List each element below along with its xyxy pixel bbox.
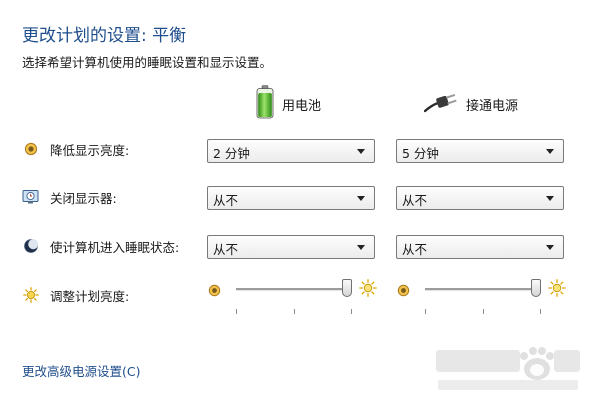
column-label-battery: 用电池 bbox=[282, 98, 322, 114]
setting-row-dim-display: 降低显示亮度: bbox=[22, 138, 129, 160]
slider-tick bbox=[425, 309, 426, 314]
column-label-plugged: 接通电源 bbox=[466, 98, 519, 114]
sun-dim-icon bbox=[397, 282, 410, 301]
sleep-battery-value: 从不 bbox=[213, 242, 239, 257]
turn-off-display-plugged-value: 从不 bbox=[402, 193, 428, 208]
brightness-battery-slider[interactable] bbox=[236, 279, 352, 314]
slider-thumb[interactable] bbox=[531, 279, 541, 297]
page-title: 更改计划的设置: 平衡 bbox=[22, 26, 187, 46]
setting-label-brightness: 调整计划亮度: bbox=[50, 288, 130, 304]
dim-display-plugged-value: 5 分钟 bbox=[402, 146, 439, 161]
brightness-plugged-slider-group bbox=[397, 278, 567, 314]
battery-icon bbox=[256, 85, 274, 123]
sleep-plugged-select[interactable]: 从不 bbox=[396, 235, 564, 259]
column-header-plugged: 接通电源 bbox=[423, 86, 519, 122]
slider-tick bbox=[540, 309, 541, 314]
sun-bright-icon bbox=[548, 279, 566, 301]
setting-row-turn-off-display: 关闭显示器: bbox=[22, 186, 117, 208]
setting-label-sleep: 使计算机进入睡眠状态: bbox=[50, 239, 180, 255]
sun-bright-icon bbox=[359, 279, 377, 301]
setting-label-turn-off-display: 关闭显示器: bbox=[50, 190, 117, 206]
turn-off-display-plugged-select[interactable]: 从不 bbox=[396, 186, 564, 210]
turn-off-display-battery-select[interactable]: 从不 bbox=[207, 186, 375, 210]
setting-label-dim-display: 降低显示亮度: bbox=[50, 142, 130, 158]
chevron-down-icon bbox=[357, 245, 365, 250]
power-plug-icon bbox=[423, 91, 458, 117]
chevron-down-icon bbox=[357, 149, 365, 154]
slider-tick bbox=[483, 309, 484, 314]
column-header-battery: 用电池 bbox=[256, 85, 322, 123]
brightness-plugged-slider[interactable] bbox=[425, 279, 541, 314]
brightness-battery-slider-group bbox=[208, 278, 378, 314]
slider-tick bbox=[236, 309, 237, 314]
dim-display-plugged-select[interactable]: 5 分钟 bbox=[396, 139, 564, 163]
dim-display-battery-select[interactable]: 2 分钟 bbox=[207, 139, 375, 163]
chevron-down-icon bbox=[546, 245, 554, 250]
turn-off-display-battery-value: 从不 bbox=[213, 193, 239, 208]
slider-tick bbox=[351, 309, 352, 314]
chevron-down-icon bbox=[546, 149, 554, 154]
chevron-down-icon bbox=[546, 196, 554, 201]
sleep-plugged-value: 从不 bbox=[402, 242, 428, 257]
advanced-power-settings-link[interactable]: 更改高级电源设置(C) bbox=[22, 361, 140, 380]
moon-sleep-icon bbox=[22, 237, 40, 255]
baidu-jingyan-watermark bbox=[432, 342, 582, 394]
monitor-clock-icon bbox=[22, 188, 40, 206]
dim-display-battery-value: 2 分钟 bbox=[213, 146, 250, 161]
setting-row-sleep: 使计算机进入睡眠状态: bbox=[22, 235, 179, 257]
slider-thumb[interactable] bbox=[342, 279, 352, 297]
sun-dim-icon bbox=[208, 282, 221, 301]
page-subtitle: 选择希望计算机使用的睡眠设置和显示设置。 bbox=[22, 55, 273, 70]
sun-dim-icon bbox=[22, 140, 40, 158]
setting-row-brightness: 调整计划亮度: bbox=[22, 284, 129, 306]
slider-tick bbox=[294, 309, 295, 314]
sleep-battery-select[interactable]: 从不 bbox=[207, 235, 375, 259]
brightness-icon bbox=[22, 286, 40, 304]
chevron-down-icon bbox=[357, 196, 365, 201]
